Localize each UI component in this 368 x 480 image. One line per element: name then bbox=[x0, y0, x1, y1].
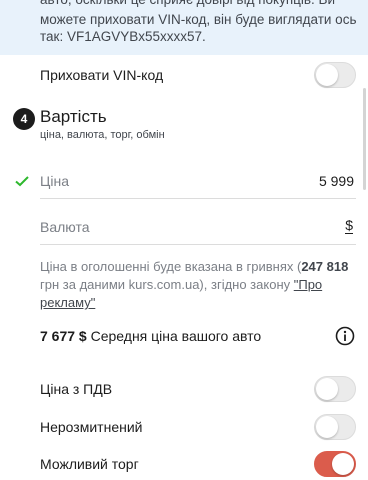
price-label: Ціна bbox=[40, 173, 69, 189]
currency-dropdown-icon[interactable]: $ bbox=[345, 218, 353, 234]
note-text-before: Ціна в оголошенні буде вказана в гривнях… bbox=[40, 259, 302, 274]
vat-price-toggle[interactable] bbox=[314, 376, 356, 402]
vin-notice-line-3: так: VF1AGVYBx55xxxx57. bbox=[40, 29, 206, 44]
average-price-amount: 7 677 $ bbox=[40, 328, 87, 344]
uah-amount: 247 818 bbox=[301, 259, 349, 274]
section-title: Вартість bbox=[40, 107, 107, 126]
vat-price-label: Ціна з ПДВ bbox=[40, 381, 113, 397]
hide-vin-toggle[interactable] bbox=[314, 62, 356, 88]
note-text-middle: грн за даними kurs.com.ua), згідно закон… bbox=[40, 277, 294, 292]
vin-notice-line-1: авто, оскільки це сприяє довірі від поку… bbox=[40, 0, 335, 9]
vin-notice-line-2: можете приховати VIN-код, він буде вигля… bbox=[40, 12, 357, 27]
currency-field[interactable]: Валюта bbox=[40, 211, 356, 245]
toggle-knob bbox=[316, 416, 338, 438]
scrollbar[interactable] bbox=[363, 88, 366, 190]
toggle-knob bbox=[332, 453, 354, 475]
uncleared-customs-toggle[interactable] bbox=[314, 414, 356, 440]
step-number-badge: 4 bbox=[13, 108, 35, 130]
uncleared-customs-label: Нерозмитнений bbox=[40, 419, 143, 435]
negotiable-label: Можливий торг bbox=[40, 456, 139, 472]
hide-vin-label: Приховати VIN-код bbox=[40, 67, 164, 83]
price-value[interactable]: 5 999 bbox=[319, 173, 354, 189]
toggle-knob bbox=[316, 378, 338, 400]
price-conversion-note: Ціна в оголошенні буде вказана в гривнях… bbox=[40, 258, 350, 312]
negotiable-toggle[interactable] bbox=[314, 451, 356, 477]
price-field[interactable]: Ціна 5 999 bbox=[40, 165, 356, 199]
vin-info-notice: авто, оскільки це сприяє довірі від поку… bbox=[0, 0, 368, 55]
toggle-knob bbox=[316, 64, 338, 86]
average-price-label: Середня ціна вашого авто bbox=[90, 328, 262, 344]
currency-label: Валюта bbox=[40, 219, 90, 235]
average-price: 7 677 $ Середня ціна вашого авто bbox=[40, 328, 261, 344]
check-icon bbox=[15, 176, 29, 187]
section-subtitle: ціна, валюта, торг, обмін bbox=[40, 129, 165, 141]
info-icon[interactable] bbox=[335, 326, 355, 346]
